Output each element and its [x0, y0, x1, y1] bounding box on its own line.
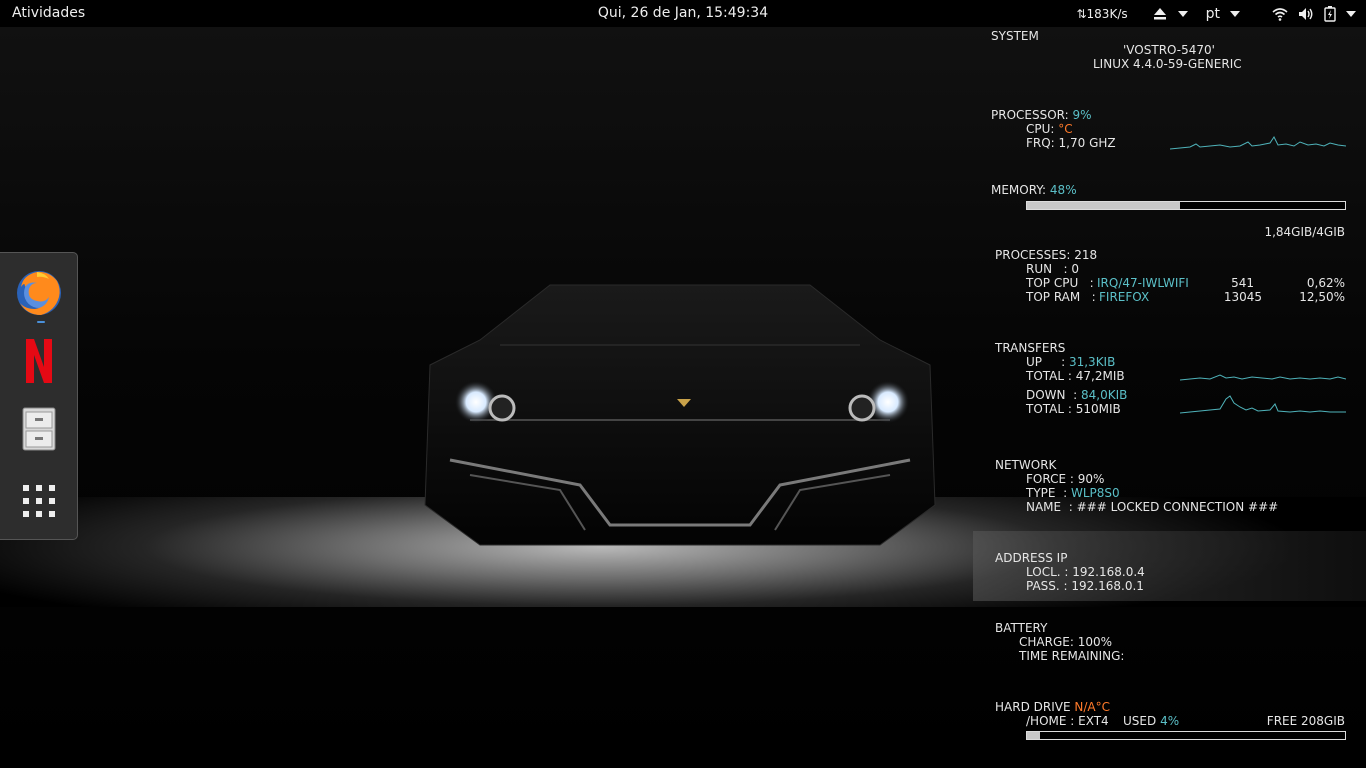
system-tray: ⇅183K/s pt	[1076, 0, 1356, 27]
running-indicator	[37, 321, 45, 323]
clock-button[interactable]: Qui, 26 de Jan, 15:49:34	[598, 5, 768, 21]
top-bar: Atividades Qui, 26 de Jan, 15:49:34 ⇅183…	[0, 0, 1366, 27]
volume-icon[interactable]	[1298, 7, 1314, 21]
chevron-down-icon[interactable]	[1346, 10, 1356, 17]
eject-icon[interactable]	[1152, 7, 1168, 21]
chevron-down-icon[interactable]	[1177, 10, 1188, 17]
file-cabinet-icon	[22, 407, 56, 451]
dock-item-files[interactable]	[14, 401, 64, 457]
apps-grid-icon	[23, 485, 55, 517]
chevron-down-icon[interactable]	[1230, 10, 1240, 17]
battery-charging-icon[interactable]	[1324, 5, 1336, 22]
activities-button[interactable]: Atividades	[12, 5, 85, 21]
desktop-wallpaper	[0, 27, 1366, 768]
language-indicator[interactable]: pt	[1206, 6, 1220, 22]
net-speed-indicator[interactable]: ⇅183K/s	[1076, 7, 1127, 21]
dash-dock	[0, 252, 78, 540]
netflix-icon	[26, 339, 52, 383]
wifi-icon[interactable]	[1272, 7, 1288, 21]
show-applications-button[interactable]	[14, 473, 64, 529]
firefox-icon	[17, 271, 61, 315]
car-image	[424, 284, 936, 546]
dock-item-firefox[interactable]	[14, 265, 64, 323]
dock-item-netflix[interactable]	[14, 333, 64, 389]
